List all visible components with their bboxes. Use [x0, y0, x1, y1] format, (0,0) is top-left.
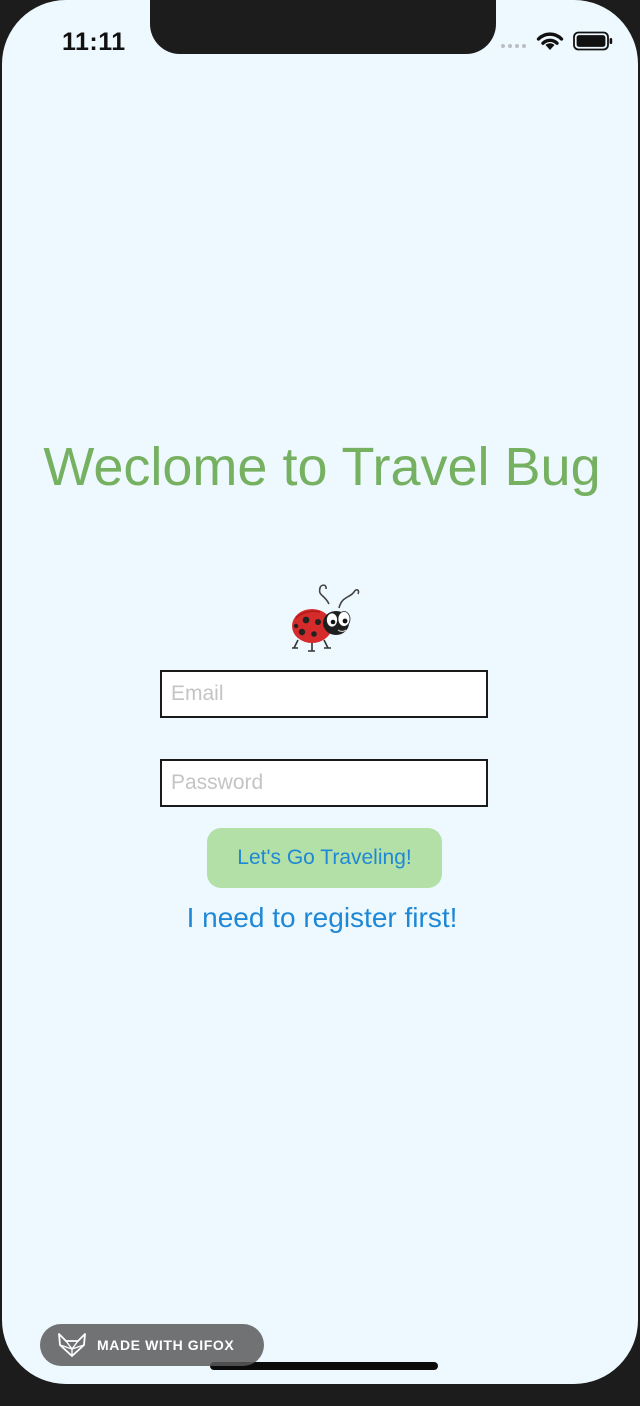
password-field[interactable]: [160, 759, 488, 807]
device-frame: 11:11 Weclome to Travel Bug Email Let's …: [0, 0, 640, 1406]
cellular-signal-icon: [501, 44, 529, 50]
gifox-watermark: MADE WITH GIFOX: [40, 1324, 264, 1366]
status-time: 11:11: [62, 28, 126, 56]
gifox-label: MADE WITH GIFOX: [97, 1337, 235, 1353]
app-screen: 11:11 Weclome to Travel Bug Email Let's …: [2, 0, 638, 1384]
device-notch: [150, 0, 496, 54]
lets-go-traveling-button[interactable]: Let's Go Traveling!: [207, 828, 442, 888]
register-link[interactable]: I need to register first!: [2, 902, 638, 934]
email-field[interactable]: [160, 670, 488, 718]
ladybug-icon: [292, 584, 360, 652]
page-title: Weclome to Travel Bug: [43, 437, 601, 497]
wifi-icon: [536, 32, 564, 50]
battery-icon: [573, 31, 613, 51]
fox-icon: [58, 1333, 86, 1357]
